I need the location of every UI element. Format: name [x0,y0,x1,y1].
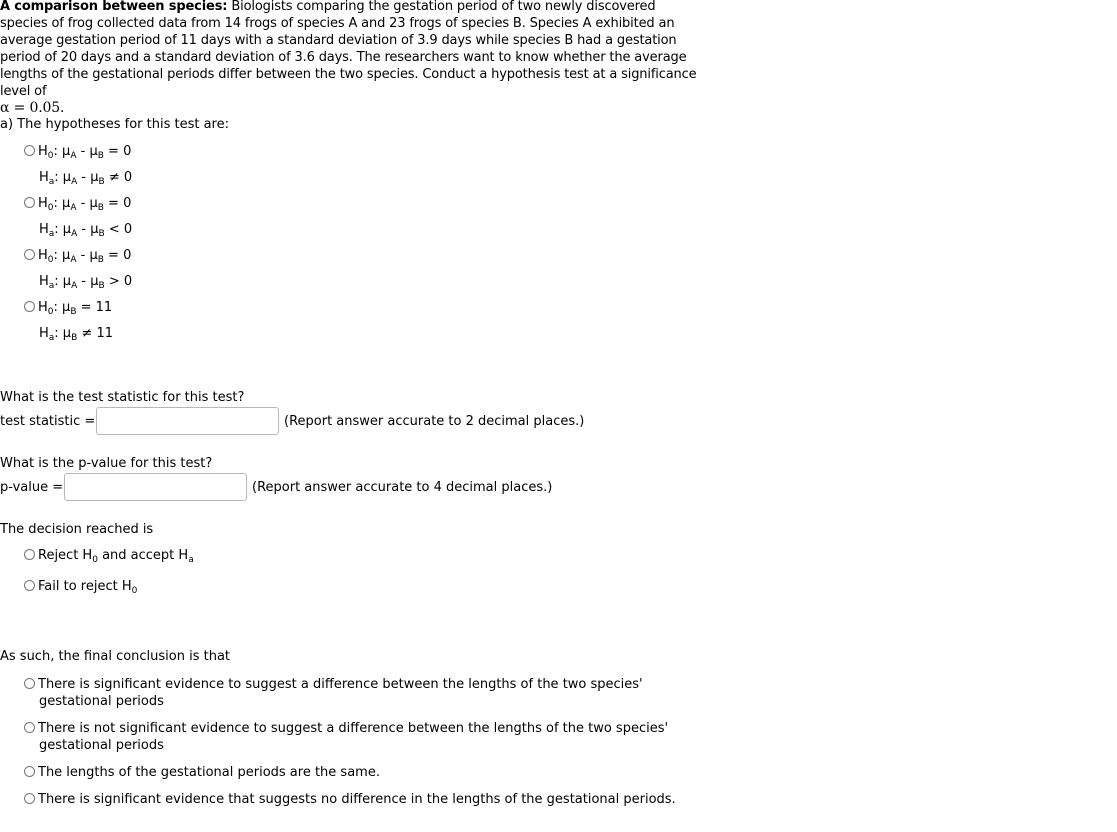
test-statistic-label: test statistic = [0,414,96,429]
hypothesis-option-3[interactable]: H0: μA - μB = 0 Ha: μA - μB > 0 [24,245,132,297]
test-statistic-input[interactable] [96,407,279,435]
radio-button[interactable] [24,197,35,208]
radio-button[interactable] [24,145,35,156]
decision-option-fail-to-reject[interactable]: Fail to reject H0 [24,579,137,596]
hypothesis-option-4[interactable]: H0: μB = 11 Ha: μB ≠ 11 [24,297,113,349]
conclusion-option-2[interactable]: There is not significant evidence to sug… [24,720,668,754]
decision-prompt: The decision reached is [0,522,154,537]
p-value-input[interactable] [64,473,247,501]
hypothesis-option-1[interactable]: H0: μA - μB = 0 Ha: μA - μB ≠ 0 [24,141,132,193]
conclusion-option-3[interactable]: The lengths of the gestational periods a… [24,764,380,781]
p-value-question: What is the p-value for this test? [0,456,213,471]
hypotheses-prompt: a) The hypotheses for this test are: [0,117,229,132]
radio-button[interactable] [24,793,35,804]
problem-statement: A comparison between species: Biologists… [0,0,705,117]
radio-button[interactable] [24,580,35,591]
test-statistic-question: What is the test statistic for this test… [0,390,245,405]
problem-body: Biologists comparing the gestation perio… [0,0,697,99]
test-statistic-hint: (Report answer accurate to 2 decimal pla… [284,414,585,429]
alpha-value: α = 0.05. [0,100,65,116]
problem-title: A comparison between species: [0,0,228,14]
conclusion-prompt: As such, the final conclusion is that [0,649,231,664]
radio-button[interactable] [24,722,35,733]
conclusion-option-4[interactable]: There is significant evidence that sugge… [24,791,676,808]
radio-button[interactable] [24,301,35,312]
conclusion-option-1[interactable]: There is significant evidence to suggest… [24,676,643,710]
p-value-label: p-value = [0,480,64,495]
hypothesis-option-2[interactable]: H0: μA - μB = 0 Ha: μA - μB < 0 [24,193,132,245]
radio-button[interactable] [24,249,35,260]
radio-button[interactable] [24,549,35,560]
p-value-hint: (Report answer accurate to 4 decimal pla… [252,480,553,495]
radio-button[interactable] [24,678,35,689]
radio-button[interactable] [24,766,35,777]
decision-option-reject[interactable]: Reject H0 and accept Ha [24,548,194,565]
